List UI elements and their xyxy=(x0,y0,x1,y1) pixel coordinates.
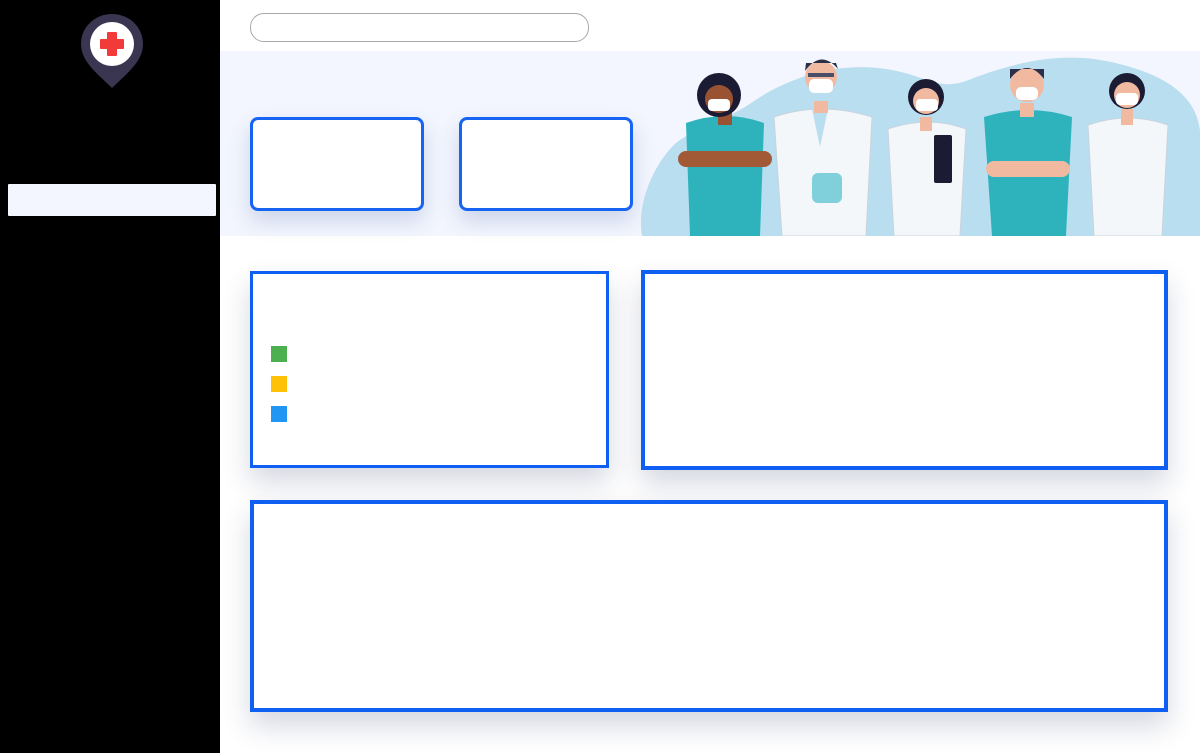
table-card xyxy=(250,500,1168,712)
stat-card-2[interactable] xyxy=(459,117,633,211)
chart-card xyxy=(250,271,609,468)
map-pin-medical-cross-icon[interactable] xyxy=(78,12,146,92)
legend-swatch-yellow xyxy=(271,376,287,392)
legend-swatch-blue xyxy=(271,406,287,422)
nurse-figure-1 xyxy=(678,73,772,236)
stat-card-1[interactable] xyxy=(250,117,424,211)
medical-staff-group-illustration xyxy=(640,57,1200,236)
sidebar xyxy=(0,0,220,753)
search-input[interactable] xyxy=(250,13,589,42)
sidebar-item-active[interactable] xyxy=(8,184,216,216)
overview-card xyxy=(641,270,1168,470)
legend-swatch-green xyxy=(271,346,287,362)
